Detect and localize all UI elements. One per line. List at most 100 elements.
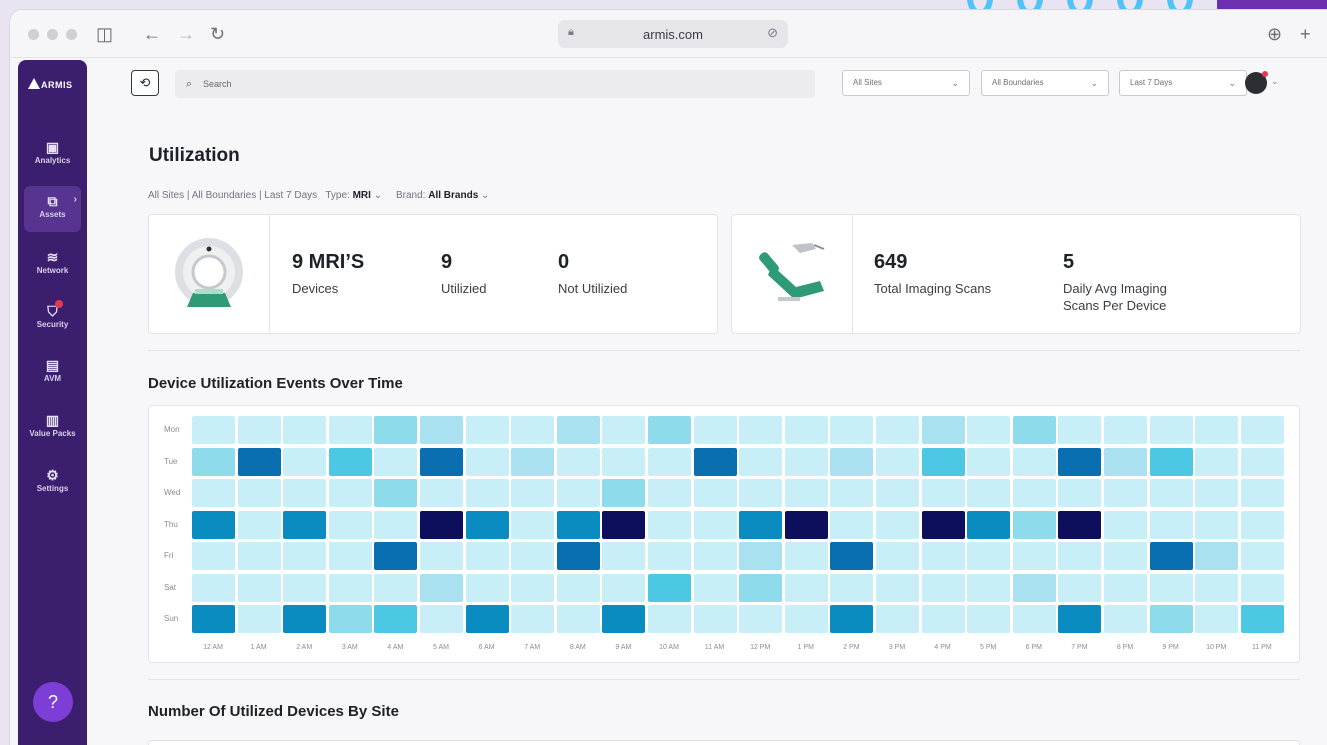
heatmap-cell[interactable]: [1195, 542, 1239, 570]
heatmap-cell[interactable]: [1149, 573, 1193, 602]
heatmap-cell[interactable]: [830, 416, 874, 444]
heatmap-cell[interactable]: [192, 510, 235, 539]
heatmap-cell[interactable]: [648, 542, 691, 570]
heatmap-cell[interactable]: [374, 510, 418, 539]
sidebar-item-settings[interactable]: ⚙ Settings: [18, 460, 87, 506]
avatar[interactable]: [1245, 71, 1268, 94]
chevron-down-icon[interactable]: ⌄: [374, 190, 382, 201]
sidebar-item-network[interactable]: ≋ Network: [18, 242, 87, 288]
chevron-down-icon[interactable]: ⌄: [481, 190, 489, 201]
heatmap-cell[interactable]: [328, 447, 372, 476]
window-controls[interactable]: [28, 29, 77, 40]
sidebar-item-analytics[interactable]: ▣ Analytics: [18, 132, 87, 178]
heatmap-cell[interactable]: [784, 542, 828, 570]
heatmap-cell[interactable]: [237, 573, 281, 602]
heatmap-cell[interactable]: [876, 447, 919, 476]
heatmap-cell[interactable]: [1149, 479, 1193, 507]
sidebar-item-security[interactable]: ⛉ Security: [18, 296, 87, 342]
time-range-dropdown[interactable]: Last 7 Days ⌄: [1119, 70, 1247, 96]
chevron-down-icon[interactable]: ⌄: [1271, 76, 1279, 87]
heatmap-cell[interactable]: [693, 542, 737, 570]
heatmap-cell[interactable]: [830, 479, 874, 507]
heatmap-cell[interactable]: [1058, 510, 1102, 539]
heatmap-cell[interactable]: [420, 479, 463, 507]
heatmap-cell[interactable]: [1240, 605, 1284, 633]
heatmap-cell[interactable]: [283, 447, 327, 476]
heatmap-cell[interactable]: [1104, 542, 1147, 570]
heatmap-cell[interactable]: [693, 573, 737, 602]
heatmap-cell[interactable]: [420, 447, 463, 476]
download-icon[interactable]: ⊕: [1267, 22, 1282, 46]
heatmap-cell[interactable]: [921, 510, 965, 539]
heatmap-cell[interactable]: [556, 510, 600, 539]
heatmap-cell[interactable]: [556, 416, 600, 444]
heatmap-cell[interactable]: [1058, 416, 1102, 444]
heatmap-cell[interactable]: [784, 479, 828, 507]
brand-filter[interactable]: All Brands: [428, 190, 478, 201]
heatmap-cell[interactable]: [876, 542, 919, 570]
heatmap-cell[interactable]: [1195, 447, 1239, 476]
heatmap-cell[interactable]: [511, 510, 555, 539]
heatmap-cell[interactable]: [192, 573, 235, 602]
heatmap-cell[interactable]: [511, 605, 555, 633]
heatmap-cell[interactable]: [237, 542, 281, 570]
heatmap-cell[interactable]: [1012, 416, 1056, 444]
heatmap-cell[interactable]: [739, 416, 783, 444]
heatmap-cell[interactable]: [511, 447, 555, 476]
heatmap-cell[interactable]: [283, 416, 327, 444]
heatmap-cell[interactable]: [1104, 605, 1147, 633]
heatmap-cell[interactable]: [328, 479, 372, 507]
history-icon[interactable]: ⟲: [131, 70, 159, 96]
heatmap-cell[interactable]: [921, 542, 965, 570]
heatmap-cell[interactable]: [830, 542, 874, 570]
heatmap-cell[interactable]: [192, 479, 235, 507]
heatmap-cell[interactable]: [602, 447, 646, 476]
heatmap-cell[interactable]: [420, 605, 463, 633]
sidebar-toggle-icon[interactable]: ◫: [96, 22, 113, 46]
boundaries-dropdown[interactable]: All Boundaries ⌄: [981, 70, 1109, 96]
heatmap-cell[interactable]: [511, 479, 555, 507]
heatmap-cell[interactable]: [1149, 542, 1193, 570]
heatmap-cell[interactable]: [511, 542, 555, 570]
heatmap-cell[interactable]: [1058, 479, 1102, 507]
heatmap-cell[interactable]: [1104, 573, 1147, 602]
heatmap-cell[interactable]: [602, 573, 646, 602]
heatmap-cell[interactable]: [556, 542, 600, 570]
heatmap-cell[interactable]: [830, 605, 874, 633]
sidebar-item-avm[interactable]: ▤ AVM: [18, 350, 87, 396]
heatmap-cell[interactable]: [1240, 510, 1284, 539]
heatmap-cell[interactable]: [1104, 447, 1147, 476]
heatmap-cell[interactable]: [192, 416, 235, 444]
heatmap-cell[interactable]: [283, 510, 327, 539]
heatmap-cell[interactable]: [1195, 416, 1239, 444]
heatmap-cell[interactable]: [602, 605, 646, 633]
heatmap-cell[interactable]: [784, 447, 828, 476]
heatmap-cell[interactable]: [693, 479, 737, 507]
heatmap-cell[interactable]: [602, 542, 646, 570]
heatmap-cell[interactable]: [374, 542, 418, 570]
heatmap-cell[interactable]: [830, 573, 874, 602]
heatmap-cell[interactable]: [374, 573, 418, 602]
heatmap-cell[interactable]: [967, 479, 1011, 507]
heatmap-cell[interactable]: [556, 573, 600, 602]
heatmap-cell[interactable]: [648, 605, 691, 633]
heatmap-cell[interactable]: [648, 573, 691, 602]
heatmap-cell[interactable]: [556, 447, 600, 476]
heatmap-cell[interactable]: [328, 416, 372, 444]
search-input[interactable]: ⌕ Search: [175, 70, 815, 98]
heatmap-cell[interactable]: [967, 542, 1011, 570]
heatmap-cell[interactable]: [374, 416, 418, 444]
address-bar[interactable]: 🔒︎ armis.com ⊘: [558, 20, 788, 48]
heatmap-cell[interactable]: [967, 573, 1011, 602]
heatmap-cell[interactable]: [420, 416, 463, 444]
heatmap-cell[interactable]: [1104, 510, 1147, 539]
heatmap-cell[interactable]: [1104, 416, 1147, 444]
heatmap-cell[interactable]: [1149, 605, 1193, 633]
heatmap-cell[interactable]: [1058, 542, 1102, 570]
heatmap-cell[interactable]: [602, 510, 646, 539]
heatmap-cell[interactable]: [1012, 479, 1056, 507]
sites-dropdown[interactable]: All Sites ⌄: [842, 70, 970, 96]
heatmap-cell[interactable]: [602, 479, 646, 507]
share-icon[interactable]: ⊘: [767, 25, 778, 41]
heatmap-cell[interactable]: [921, 605, 965, 633]
